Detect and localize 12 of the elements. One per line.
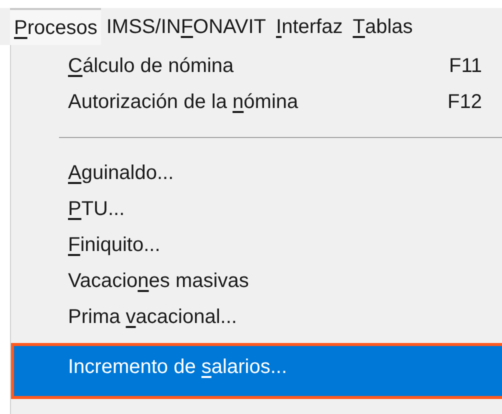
menu-item[interactable]: Finiquito... xyxy=(11,227,502,263)
menu-bar-item[interactable]: Tablas xyxy=(348,8,418,45)
menu-item[interactable]: Vacaciones masivas xyxy=(11,263,502,299)
menu-item[interactable]: Cálculo de nómina F11 xyxy=(11,48,502,84)
menu-item[interactable]: Incremento de salarios... xyxy=(11,343,502,399)
menu-item[interactable]: PTU... xyxy=(11,191,502,227)
menu-bar-item[interactable]: Procesos xyxy=(10,8,102,45)
menu-item[interactable]: Autorización de la nómina F12 xyxy=(11,84,502,120)
menu-bar-item[interactable]: Interfaz xyxy=(271,8,348,45)
menu-item[interactable]: Prima vacacional... xyxy=(11,299,502,335)
menu-bar-item[interactable]: IMSS/INFONAVIT xyxy=(101,8,272,45)
menu-item[interactable]: Aguinaldo... xyxy=(11,155,502,191)
